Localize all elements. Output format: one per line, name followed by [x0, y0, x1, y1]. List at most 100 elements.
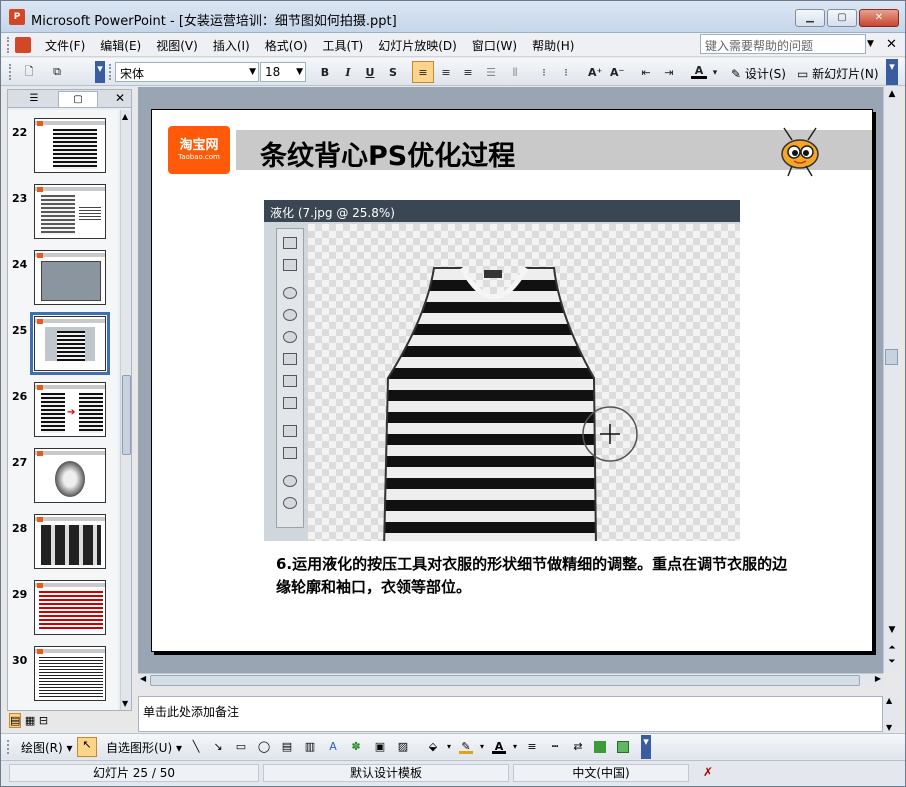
- font-color-draw-dropdown-icon[interactable]: ▾: [508, 740, 522, 754]
- tab-outline[interactable]: ☰: [14, 91, 54, 107]
- oval-tool-icon[interactable]: ◯: [257, 740, 271, 754]
- textbox-icon[interactable]: ▤: [280, 740, 294, 754]
- scroll-up-icon[interactable]: ▲: [886, 696, 892, 705]
- notes-placeholder[interactable]: 单击此处添加备注: [143, 703, 239, 720]
- minimize-button[interactable]: ▁: [795, 9, 825, 27]
- thumbnail-row-23[interactable]: 23: [8, 184, 118, 242]
- current-slide[interactable]: 淘宝网 Taobao.com 条纹背心PS优化过程 液化 (7.jpg @ 25…: [151, 109, 873, 652]
- thumbnail-row-29[interactable]: 29: [8, 580, 118, 638]
- thumbnail-scroll-thumb[interactable]: [122, 375, 131, 455]
- font-size-select[interactable]: 18 ▼: [260, 62, 306, 82]
- slide-thumbnail[interactable]: [34, 514, 106, 569]
- scroll-right-icon[interactable]: ▶: [875, 674, 881, 683]
- slide-horizontal-scrollbar[interactable]: ◀ ▶: [138, 673, 883, 687]
- powerpoint-app-icon[interactable]: P: [9, 9, 25, 25]
- menu-file[interactable]: 文件(F): [45, 37, 85, 54]
- normal-view-icon[interactable]: ▤: [9, 713, 22, 728]
- panel-close-icon[interactable]: ✕: [115, 91, 125, 105]
- menu-grip-handle[interactable]: [7, 37, 11, 53]
- toolbar-grip-handle[interactable]: [9, 64, 13, 80]
- numbering-icon[interactable]: ⁝: [537, 65, 551, 81]
- thumbnail-row-27[interactable]: 27: [8, 448, 118, 506]
- slide-vertical-scrollbar[interactable]: ▲ ▼ ⏶ ⏷: [883, 87, 899, 673]
- rectangle-tool-icon[interactable]: ▭: [234, 740, 248, 754]
- shadow-button[interactable]: S: [386, 65, 400, 81]
- thumbnail-row-30[interactable]: 30: [8, 646, 118, 704]
- design-button[interactable]: ✎ 设计(S): [731, 65, 786, 82]
- menu-edit[interactable]: 编辑(E): [100, 37, 141, 54]
- menu-window[interactable]: 窗口(W): [472, 37, 517, 54]
- menu-view[interactable]: 视图(V): [156, 37, 198, 54]
- align-right-icon[interactable]: ≡: [461, 65, 475, 81]
- new-slide-button[interactable]: ▭ 新幻灯片(N): [797, 65, 879, 82]
- slideshow-view-icon[interactable]: ⊟: [39, 714, 48, 727]
- underline-button[interactable]: U: [363, 65, 377, 81]
- slide-thumbnail[interactable]: [34, 580, 106, 635]
- drawbar-options-icon[interactable]: ▾: [641, 735, 651, 759]
- draw-menu-button[interactable]: 绘图(R) ▾: [21, 739, 73, 756]
- slide-sorter-view-icon[interactable]: ▦: [25, 714, 35, 727]
- font-name-select[interactable]: 宋体 ▼: [115, 62, 259, 82]
- line-style-icon[interactable]: ≡: [525, 740, 539, 754]
- liquify-screenshot-image[interactable]: 液化 (7.jpg @ 25.8%): [264, 200, 740, 541]
- previous-slide-icon[interactable]: ⏶: [886, 643, 898, 653]
- document-icon[interactable]: [15, 37, 31, 53]
- scroll-down-icon[interactable]: ▼: [122, 699, 128, 708]
- horizontal-scroll-thumb[interactable]: [150, 675, 860, 686]
- align-center-icon[interactable]: ≡: [439, 65, 453, 81]
- next-slide-icon[interactable]: ⏷: [886, 657, 898, 667]
- fill-color-icon[interactable]: ⬙: [426, 740, 440, 754]
- menu-insert[interactable]: 插入(I): [213, 37, 250, 54]
- line-tool-icon[interactable]: ╲: [189, 740, 203, 754]
- menu-slideshow[interactable]: 幻灯片放映(D): [378, 37, 457, 54]
- wordart-icon[interactable]: A: [326, 740, 340, 754]
- notes-scrollbar[interactable]: ▲ ▼: [883, 696, 899, 732]
- shadow-style-icon[interactable]: [594, 741, 606, 753]
- scroll-left-icon[interactable]: ◀: [140, 674, 146, 683]
- insert-picture-icon[interactable]: ▨: [396, 740, 410, 754]
- thumbnail-row-22[interactable]: 22: [8, 118, 118, 176]
- bullets-icon[interactable]: ⁝: [559, 65, 573, 81]
- spelling-check-icon[interactable]: ✗: [693, 764, 723, 782]
- toolbar-options-icon[interactable]: ▾: [95, 61, 105, 83]
- bold-button[interactable]: B: [318, 65, 332, 81]
- toolbar-grip-handle-2[interactable]: [109, 64, 113, 80]
- font-color-icon[interactable]: A: [691, 63, 707, 79]
- slide-thumbnail-selected[interactable]: [30, 312, 110, 375]
- italic-button[interactable]: I: [341, 65, 355, 81]
- scroll-down-icon[interactable]: ▼: [886, 625, 898, 635]
- distribute-icon[interactable]: ⦀: [507, 65, 523, 81]
- drawbar-grip-handle[interactable]: [7, 740, 11, 754]
- clipart-icon[interactable]: ▣: [373, 740, 387, 754]
- thumbnail-row-25[interactable]: 25: [8, 312, 118, 375]
- increase-font-icon[interactable]: A⁺: [588, 65, 602, 81]
- slide-thumbnail[interactable]: ➔: [34, 382, 106, 437]
- slide-thumbnail[interactable]: [34, 184, 106, 239]
- thumbnail-row-26[interactable]: 26 ➔: [8, 382, 118, 440]
- decrease-font-icon[interactable]: A⁻: [610, 65, 624, 81]
- autoshapes-menu-button[interactable]: 自选图形(U) ▾: [106, 739, 182, 756]
- decrease-indent-icon[interactable]: ⇤: [639, 65, 653, 81]
- new-document-icon[interactable]: 🗋: [21, 64, 37, 80]
- 3d-style-icon[interactable]: [617, 741, 629, 753]
- help-dropdown-icon[interactable]: ▼: [867, 39, 874, 49]
- tab-slides[interactable]: ▢: [58, 91, 98, 107]
- notes-pane[interactable]: 单击此处添加备注: [138, 696, 883, 732]
- close-button[interactable]: ✕: [859, 9, 899, 27]
- scroll-up-icon[interactable]: ▲: [122, 112, 128, 121]
- vertical-scroll-thumb[interactable]: [885, 349, 898, 365]
- slide-thumbnail[interactable]: [34, 118, 106, 173]
- line-color-icon[interactable]: ✎: [459, 740, 473, 754]
- copy-icon[interactable]: ⧉: [49, 64, 65, 80]
- help-search-input[interactable]: 键入需要帮助的问题: [700, 34, 866, 54]
- select-pointer-icon[interactable]: ↖: [77, 737, 97, 757]
- font-color-draw-icon[interactable]: A: [492, 740, 506, 754]
- slide-thumbnail[interactable]: [34, 646, 106, 701]
- thumbnail-scrollbar[interactable]: ▲ ▼: [120, 110, 131, 710]
- toolbar-options-icon-2[interactable]: ▾: [886, 59, 898, 85]
- arrow-style-icon[interactable]: ⇄: [571, 740, 585, 754]
- diagram-icon[interactable]: ✽: [349, 740, 363, 754]
- status-template[interactable]: 默认设计模板: [263, 764, 509, 782]
- font-name-dropdown-icon[interactable]: ▼: [249, 67, 256, 77]
- document-close-icon[interactable]: ✕: [886, 37, 897, 52]
